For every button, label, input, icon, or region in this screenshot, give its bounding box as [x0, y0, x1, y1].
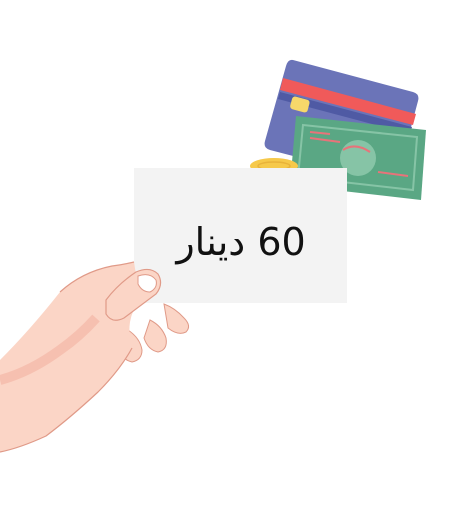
price-label: 60 دينار [176, 220, 306, 264]
